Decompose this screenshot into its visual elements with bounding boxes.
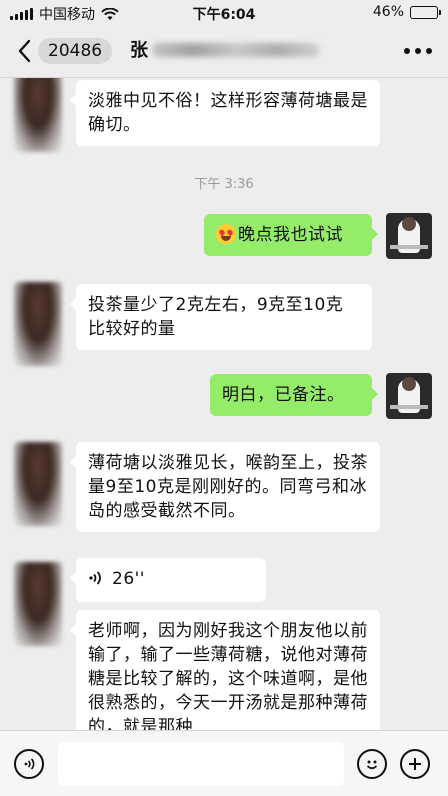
message-bubble[interactable]: 投茶量少了2克左右，9克至10克比较好的量: [70, 284, 372, 350]
unread-count-badge[interactable]: 20486: [38, 38, 113, 64]
message-text: 晚点我也试试: [238, 225, 343, 245]
star-struck-face-icon: [216, 224, 236, 244]
contact-avatar[interactable]: [14, 442, 62, 526]
message-bubble[interactable]: 晚点我也试试: [204, 214, 378, 256]
chat-title: 张: [130, 40, 148, 61]
voice-duration: 26'': [112, 569, 145, 589]
contact-avatar[interactable]: [14, 78, 62, 152]
my-avatar[interactable]: [386, 213, 432, 259]
my-avatar[interactable]: [386, 373, 432, 419]
message-bubble[interactable]: 淡雅中见不俗！这样形容薄荷塘最是确切。: [70, 80, 380, 146]
message-input[interactable]: [58, 742, 344, 786]
message-bubble[interactable]: 老师啊，因为刚好我这个朋友他以前输了，输了一些薄荷糖，说他对薄荷糖是比较了解的，…: [70, 610, 380, 730]
chat-header: 20486 张: [0, 26, 448, 78]
voice-input-icon[interactable]: [14, 749, 44, 779]
battery-icon: [410, 5, 441, 19]
voice-message-bubble[interactable]: 26'': [70, 558, 266, 602]
emoji-icon[interactable]: [357, 749, 387, 779]
more-options-icon[interactable]: [404, 48, 432, 54]
contact-avatar[interactable]: [14, 282, 62, 366]
status-right: 46%: [372, 4, 441, 20]
message-timestamp: 下午 3:36: [194, 177, 254, 192]
input-bar: [0, 730, 448, 796]
message-list[interactable]: 淡雅中见不俗！这样形容薄荷塘最是确切。 下午 3:36 晚点我也试试 投茶量少了…: [0, 78, 448, 730]
message-bubble[interactable]: 薄荷塘以淡雅见长，喉韵至上，投茶量9至10克是刚刚好的。同弯弓和冰岛的感受截然不…: [70, 442, 380, 532]
contact-avatar[interactable]: [14, 562, 62, 646]
battery-percent: 46%: [372, 4, 404, 20]
voice-wave-icon: [89, 571, 101, 585]
blurred-name: [152, 43, 320, 57]
add-icon[interactable]: [400, 749, 430, 779]
back-icon[interactable]: [14, 38, 36, 64]
message-bubble[interactable]: 明白，已备注。: [210, 374, 378, 416]
status-bar: 中国移动 下午6:04 46%: [0, 0, 448, 26]
